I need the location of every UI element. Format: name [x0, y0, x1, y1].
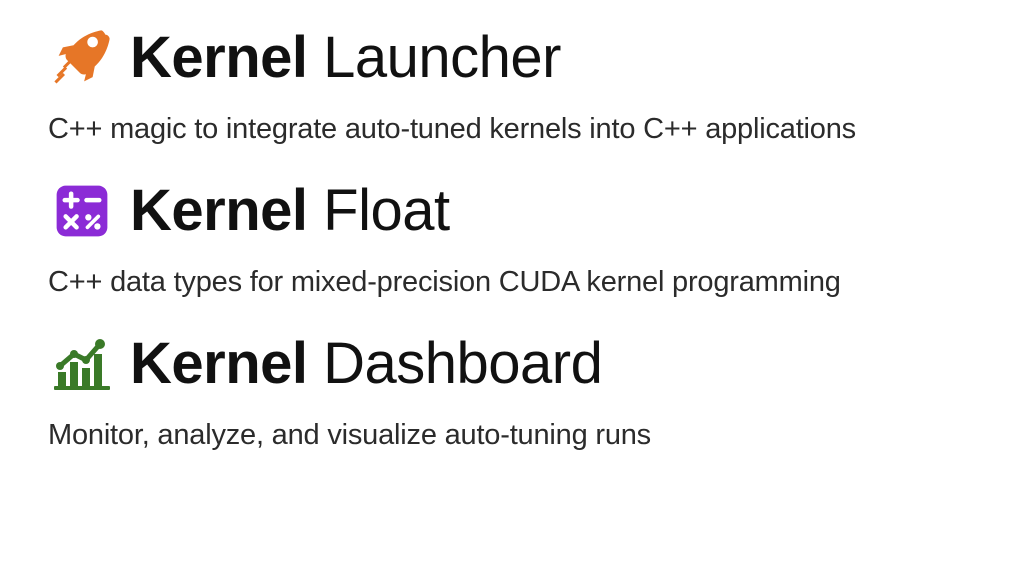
product-entry-dashboard: Kernel Dashboard Monitor, analyze, and v…	[48, 330, 970, 455]
product-title-row: Kernel Float	[48, 177, 970, 245]
math-ops-icon	[48, 177, 116, 245]
title-thin: Float	[323, 178, 449, 243]
product-title: Kernel Dashboard	[130, 335, 602, 393]
product-description: Monitor, analyze, and visualize auto-tun…	[48, 416, 970, 455]
chart-icon	[48, 330, 116, 398]
title-bold: Kernel	[130, 25, 308, 90]
title-bold: Kernel	[130, 178, 308, 243]
rocket-icon	[48, 24, 116, 92]
title-thin: Launcher	[323, 25, 561, 90]
product-entry-launcher: Kernel Launcher C++ magic to integrate a…	[48, 24, 970, 149]
product-title-row: Kernel Launcher	[48, 24, 970, 92]
product-title: Kernel Float	[130, 182, 450, 240]
product-description: C++ magic to integrate auto-tuned kernel…	[48, 110, 970, 149]
title-bold: Kernel	[130, 331, 308, 396]
product-title: Kernel Launcher	[130, 29, 561, 87]
product-entry-float: Kernel Float C++ data types for mixed-pr…	[48, 177, 970, 302]
product-description: C++ data types for mixed-precision CUDA …	[48, 263, 970, 302]
title-thin: Dashboard	[323, 331, 602, 396]
product-title-row: Kernel Dashboard	[48, 330, 970, 398]
